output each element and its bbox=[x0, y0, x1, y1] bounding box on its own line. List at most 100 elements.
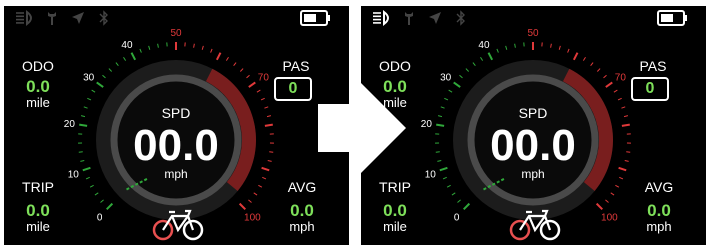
speed-unit: mph bbox=[521, 167, 545, 181]
pas-label: PAS bbox=[282, 58, 310, 74]
gauge-tick bbox=[258, 184, 263, 188]
gauge-tick bbox=[615, 184, 620, 188]
gauge-tick bbox=[480, 56, 484, 61]
gauge-tick bbox=[79, 123, 88, 127]
gauge-tick bbox=[582, 56, 586, 61]
gauge-tick bbox=[80, 115, 86, 118]
display-panel-after: 0 10 20 30 40 50 70 100 SPD 00.0 mph ODO 0.0 mile PAS 0… bbox=[361, 6, 706, 245]
gauge-tick-label: 100 bbox=[244, 212, 261, 223]
gauge-tick-label: 30 bbox=[83, 73, 95, 84]
gauge-tick-label: 20 bbox=[64, 119, 76, 130]
gauge-tick-label: 70 bbox=[258, 73, 270, 84]
bicycle-icon bbox=[152, 209, 204, 241]
gauge-tick bbox=[256, 89, 261, 93]
gauge-tick bbox=[78, 151, 83, 153]
gauge-tick bbox=[617, 97, 622, 101]
avg-value: 0.0 bbox=[647, 201, 671, 220]
avg-unit: mph bbox=[289, 219, 315, 234]
gauge-tick-label: 30 bbox=[440, 73, 452, 84]
gauge-tick bbox=[233, 62, 237, 67]
gauge-tick bbox=[496, 48, 499, 53]
speed-value: 00.0 bbox=[133, 121, 219, 170]
trip-label: TRIP bbox=[379, 179, 411, 195]
arrow-right-icon bbox=[318, 82, 406, 174]
gauge-tick bbox=[439, 166, 448, 172]
gauge-tick bbox=[87, 97, 92, 101]
gauge-tick bbox=[619, 176, 624, 180]
gauge-tick bbox=[514, 43, 516, 48]
trip-unit: mile bbox=[383, 219, 407, 234]
gauge-tick bbox=[102, 74, 106, 79]
gauge-tick-label: 10 bbox=[68, 169, 80, 180]
gauge-tick bbox=[435, 151, 440, 153]
pas-label: PAS bbox=[639, 58, 667, 74]
gauge-tick-label: 50 bbox=[527, 28, 539, 39]
display-panel-before: 0 10 20 30 40 50 70 100 SPD 00.0 mph ODO 0.0 mile PAS 0… bbox=[4, 6, 349, 245]
trip-unit: mile bbox=[26, 219, 50, 234]
avg-label: AVG bbox=[287, 179, 317, 195]
gauge-tick bbox=[253, 192, 258, 196]
gauge-tick bbox=[487, 52, 494, 61]
odo-value: 0.0 bbox=[26, 77, 50, 96]
gauge-tick bbox=[567, 48, 570, 53]
gauge-tick bbox=[89, 184, 94, 188]
gauge-tick-label: 0 bbox=[454, 212, 460, 223]
gauge-tick bbox=[437, 160, 442, 162]
gauge-tick bbox=[248, 199, 252, 203]
gauge-tick bbox=[83, 106, 88, 109]
trip-value: 0.0 bbox=[26, 201, 50, 220]
gauge-tick bbox=[605, 199, 609, 203]
gauge-tick bbox=[451, 192, 456, 196]
odo-unit: mile bbox=[26, 95, 50, 110]
gauge-tick bbox=[444, 97, 449, 101]
gauge-tick bbox=[148, 45, 151, 50]
avg-label: AVG bbox=[644, 179, 674, 195]
gauge-tick bbox=[238, 202, 247, 211]
speed-unit: mph bbox=[164, 167, 188, 181]
gauge-tick bbox=[595, 202, 604, 211]
gauge-tick bbox=[96, 81, 104, 88]
gauge-tick bbox=[626, 151, 631, 153]
gauge-tick bbox=[260, 97, 265, 101]
gauge-tick-label: 70 bbox=[615, 73, 627, 84]
gauge-tick bbox=[123, 56, 127, 61]
gauge-tick bbox=[448, 89, 453, 93]
gauge-tick bbox=[115, 62, 119, 67]
gauge-tick bbox=[210, 48, 213, 53]
gauge-tick bbox=[85, 176, 90, 180]
gauge-tick bbox=[462, 202, 471, 211]
gauge-tick bbox=[436, 123, 445, 127]
pas-level-box: 0 bbox=[631, 77, 669, 101]
trip-value: 0.0 bbox=[383, 201, 407, 220]
gauge-tick bbox=[457, 199, 461, 203]
speed-label: SPD bbox=[161, 105, 191, 121]
pas-level-box: 0 bbox=[274, 77, 312, 101]
gauge-tick bbox=[572, 52, 579, 61]
gauge-tick bbox=[442, 176, 447, 180]
gauge-tick bbox=[201, 45, 204, 50]
gauge-tick bbox=[261, 166, 270, 172]
gauge-tick bbox=[618, 166, 627, 172]
gauge-tick bbox=[440, 106, 445, 109]
gauge-tick-label: 0 bbox=[97, 212, 103, 223]
gauge-tick bbox=[246, 74, 250, 79]
gauge-tick bbox=[225, 56, 229, 61]
gauge-tick bbox=[558, 45, 561, 50]
gauge-tick bbox=[264, 106, 269, 109]
gauge-tick bbox=[269, 151, 274, 153]
avg-unit: mph bbox=[646, 219, 672, 234]
gauge-tick bbox=[465, 68, 470, 72]
gauge-tick bbox=[624, 160, 629, 162]
gauge-tick bbox=[94, 192, 99, 196]
gauge-tick bbox=[82, 166, 91, 172]
speed-value: 00.0 bbox=[490, 121, 576, 170]
gauge-tick bbox=[459, 74, 463, 79]
gauge-tick bbox=[472, 62, 476, 67]
gauge-tick bbox=[193, 43, 195, 48]
odo-label: ODO bbox=[379, 58, 411, 74]
gauge-tick bbox=[80, 160, 85, 162]
gauge-tick-label: 40 bbox=[121, 40, 133, 51]
gauge-tick-label: 100 bbox=[601, 212, 618, 223]
odo-label: ODO bbox=[22, 58, 54, 74]
gauge-tick bbox=[505, 45, 508, 50]
